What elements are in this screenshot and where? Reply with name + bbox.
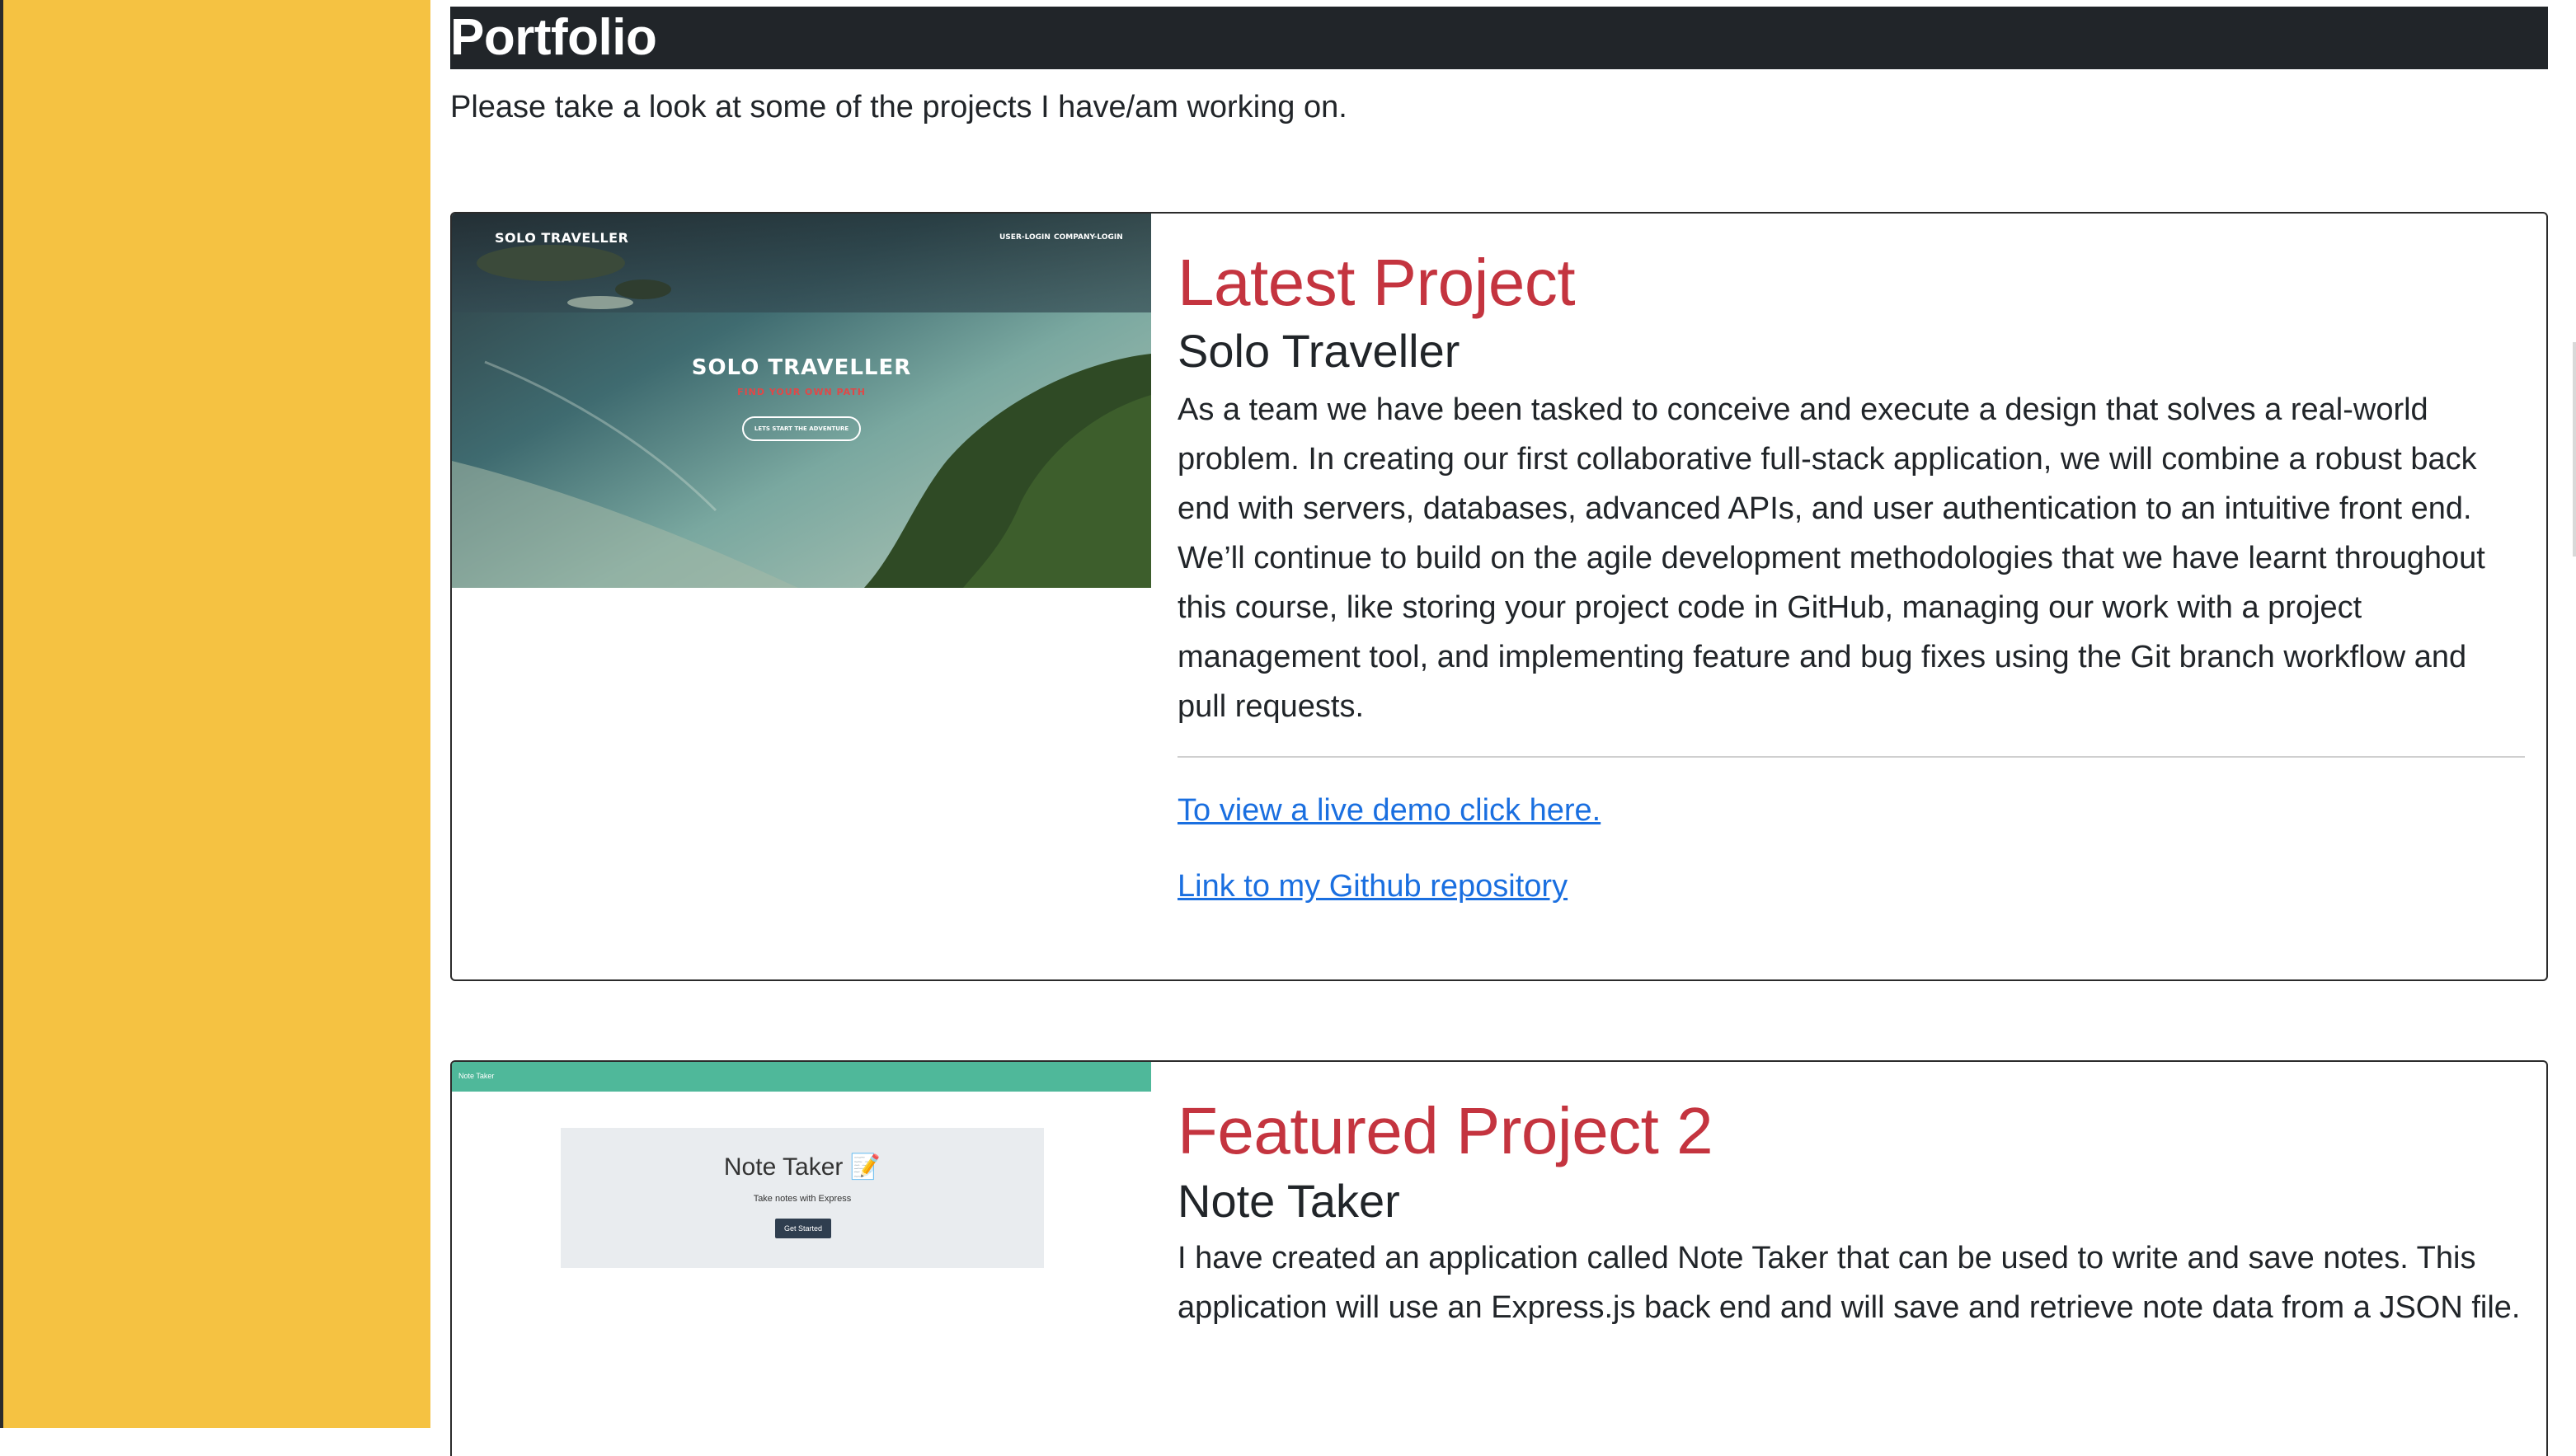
project-card-2: Note Taker Note Taker 📝 Take notes with …	[450, 1060, 2548, 1456]
github-repo-link[interactable]: Link to my Github repository	[1178, 867, 2523, 906]
nt-subtitle: Take notes with Express	[753, 1194, 852, 1204]
solo-traveller-scene	[452, 214, 1151, 588]
sidebar	[0, 0, 430, 1428]
st-nav-company-login: COMPANY-LOGIN	[1054, 233, 1123, 242]
nt-get-started-button: Get Started	[775, 1219, 831, 1238]
project-description: I have created an application called Not…	[1178, 1241, 2521, 1325]
portfolio-section: Portfolio Please take a look at some of …	[450, 7, 2548, 127]
nt-bar-label: Note Taker	[458, 1072, 495, 1080]
project-card-1: SOLO TRAVELLER USER-LOGIN COMPANY-LOGIN …	[450, 212, 2548, 981]
live-demo-link[interactable]: To view a live demo click here.	[1178, 791, 2523, 830]
solo-traveller-screenshot: SOLO TRAVELLER USER-LOGIN COMPANY-LOGIN …	[452, 214, 1151, 588]
project-eyebrow: Latest Project	[1178, 246, 1576, 319]
nt-jumbotron: Note Taker 📝 Take notes with Express Get…	[561, 1128, 1044, 1268]
project-eyebrow: Featured Project 2	[1178, 1094, 1713, 1167]
project-name: Note Taker	[1178, 1175, 1400, 1227]
st-hero-title: SOLO TRAVELLER	[691, 355, 912, 380]
project-card-2-body: Featured Project 2 Note Taker I have cre…	[1178, 1062, 2523, 1332]
scrollbar[interactable]	[2573, 342, 2576, 557]
sidebar-edge	[0, 0, 3, 1428]
project-card-1-body: Latest Project Solo Traveller As a team …	[1178, 214, 2525, 906]
project-description: As a team we have been tasked to conceiv…	[1178, 392, 2485, 724]
project-name: Solo Traveller	[1178, 325, 1460, 377]
portfolio-title: Portfolio	[450, 7, 2548, 69]
st-tagline: FIND YOUR OWN PATH	[737, 387, 866, 397]
nt-header-bar: Note Taker	[452, 1062, 1151, 1092]
nt-title: Note Taker 📝	[723, 1153, 881, 1181]
note-taker-screenshot: Note Taker Note Taker 📝 Take notes with …	[452, 1062, 1151, 1441]
st-nav-user-login: USER-LOGIN	[999, 233, 1051, 242]
divider	[1178, 756, 2525, 758]
portfolio-intro: Please take a look at some of the projec…	[450, 90, 1347, 124]
st-adventure-button: LETS START THE ADVENTURE	[742, 416, 861, 441]
st-logo: SOLO TRAVELLER	[495, 230, 629, 246]
